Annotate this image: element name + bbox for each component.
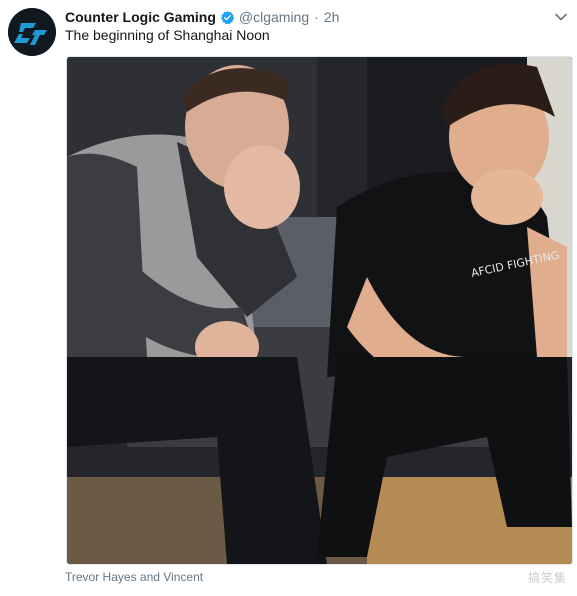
tweet-text: The beginning of Shanghai Noon [65,27,270,43]
timestamp[interactable]: 2h [324,9,340,25]
chevron-down-icon[interactable] [553,9,569,25]
verified-badge-icon [220,10,235,25]
watermark-logo: 搞笑集 [527,571,567,585]
user-handle[interactable]: @clgaming [239,9,309,25]
tweet-card: Counter Logic Gaming @clgaming · 2h The … [0,0,577,596]
display-name[interactable]: Counter Logic Gaming [65,9,216,25]
photo-caption: Trevor Hayes and Vincent [65,570,204,584]
tweet-photo[interactable]: AFCID FIGHTING [66,56,573,565]
tweet-header: Counter Logic Gaming @clgaming · 2h [65,7,339,27]
separator-dot: · [314,9,319,25]
clg-logo-icon [8,8,56,56]
photo-image: AFCID FIGHTING [67,57,572,564]
avatar[interactable] [8,8,56,56]
